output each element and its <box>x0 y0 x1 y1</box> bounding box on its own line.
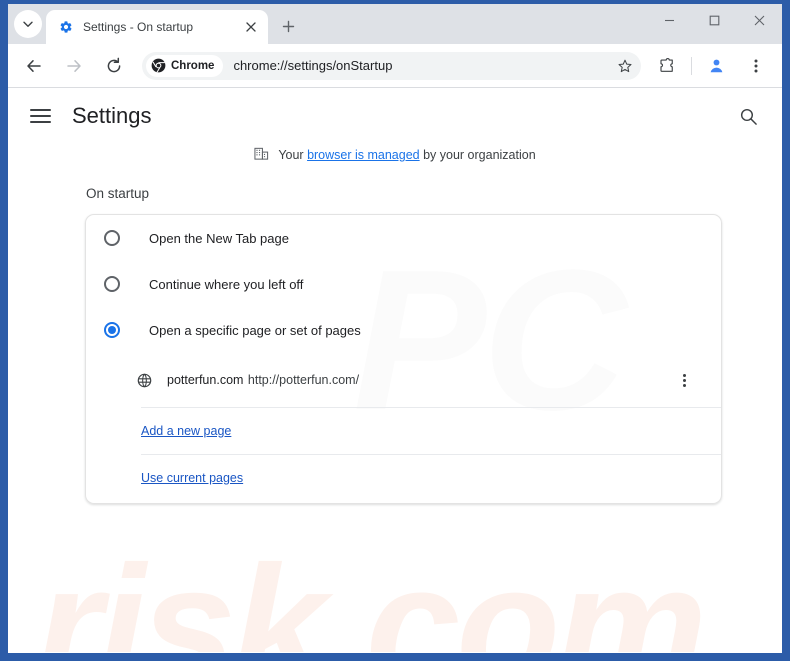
window-caption-buttons <box>647 4 782 44</box>
section-title-on-startup: On startup <box>86 186 150 201</box>
radio-label: Open the New Tab page <box>149 230 289 246</box>
plus-icon <box>282 20 294 32</box>
radio-option-continue-where-left-off[interactable]: Continue where you left off <box>86 261 721 307</box>
use-current-pages-row[interactable]: Use current pages <box>86 455 721 501</box>
radio-option-specific-pages[interactable]: Open a specific page or set of pages <box>86 307 721 353</box>
puzzle-icon <box>660 57 673 72</box>
organization-building-icon <box>254 146 269 164</box>
search-icon <box>740 108 757 125</box>
hamburger-menu-icon[interactable] <box>30 104 54 128</box>
address-bar[interactable]: Chrome chrome://settings/onStartup <box>142 51 641 80</box>
add-new-page-link[interactable]: Add a new page <box>141 424 231 438</box>
globe-icon <box>136 372 152 388</box>
use-current-pages-link[interactable]: Use current pages <box>141 471 243 485</box>
startup-page-row: potterfun.com http://potterfun.com/ <box>86 353 721 407</box>
chrome-logo-icon <box>151 58 166 73</box>
forward-arrow-icon <box>67 59 81 72</box>
gear-icon <box>58 19 74 35</box>
browser-window-inner: Settings - On startup Chrome chrome://se… <box>8 4 782 653</box>
address-bar-url: chrome://settings/onStartup <box>233 58 393 73</box>
new-tab-button[interactable] <box>274 12 302 40</box>
star-icon <box>618 59 632 72</box>
tab-title: Settings - On startup <box>83 20 194 34</box>
back-button[interactable] <box>19 51 49 81</box>
radio-button[interactable] <box>104 230 120 246</box>
chrome-badge: Chrome <box>146 54 224 77</box>
chrome-badge-label: Chrome <box>171 59 215 72</box>
maximize-icon <box>709 15 720 25</box>
on-startup-card: Open the New Tab page Continue where you… <box>85 214 722 504</box>
browser-menu-button[interactable] <box>741 51 771 81</box>
radio-option-new-tab-page[interactable]: Open the New Tab page <box>86 215 721 261</box>
settings-header: Settings <box>8 88 782 144</box>
watermark-bottom: risk.com <box>36 531 707 652</box>
managed-banner-link[interactable]: browser is managed <box>307 148 420 162</box>
startup-page-more-button[interactable] <box>671 367 697 393</box>
startup-page-name: potterfun.com <box>167 373 244 387</box>
managed-banner-prefix: Your <box>278 148 308 162</box>
startup-page-url: http://potterfun.com/ <box>247 373 360 387</box>
window-close-button[interactable] <box>737 4 782 36</box>
tab-strip: Settings - On startup <box>8 4 782 44</box>
browser-toolbar: Chrome chrome://settings/onStartup <box>8 44 782 88</box>
forward-button[interactable] <box>59 51 89 81</box>
toolbar-divider <box>691 56 692 75</box>
radio-label: Continue where you left off <box>149 276 304 292</box>
settings-page: PC risk.com Settings <box>8 88 782 652</box>
radio-button[interactable] <box>104 322 120 338</box>
account-avatar-icon <box>710 59 722 73</box>
tab-close-button[interactable] <box>242 18 260 36</box>
managed-browser-banner: Your browser is managed by your organiza… <box>8 146 782 164</box>
chevron-down-icon <box>23 21 33 27</box>
profile-button[interactable] <box>701 51 731 81</box>
extensions-button[interactable] <box>652 51 682 81</box>
browser-tab[interactable]: Settings - On startup <box>46 10 268 44</box>
settings-search-button[interactable] <box>734 102 762 130</box>
minimize-icon <box>665 19 674 21</box>
managed-banner-text: Your browser is managed by your organiza… <box>278 148 535 162</box>
bookmark-button[interactable] <box>613 54 637 78</box>
three-dot-menu-icon <box>754 59 758 72</box>
radio-label: Open a specific page or set of pages <box>149 322 361 338</box>
page-title: Settings <box>72 103 152 128</box>
window-minimize-button[interactable] <box>647 4 692 36</box>
reload-icon <box>107 57 121 72</box>
close-icon <box>754 15 765 25</box>
browser-window: Settings - On startup Chrome chrome://se… <box>0 0 790 661</box>
startup-page-texts: potterfun.com http://potterfun.com/ <box>167 371 671 389</box>
window-maximize-button[interactable] <box>692 4 737 36</box>
tab-search-button[interactable] <box>14 10 42 38</box>
back-arrow-icon <box>27 59 41 72</box>
managed-banner-suffix: by your organization <box>419 148 536 162</box>
reload-button[interactable] <box>99 51 129 81</box>
add-new-page-row[interactable]: Add a new page <box>86 408 721 454</box>
radio-button[interactable] <box>104 276 120 292</box>
